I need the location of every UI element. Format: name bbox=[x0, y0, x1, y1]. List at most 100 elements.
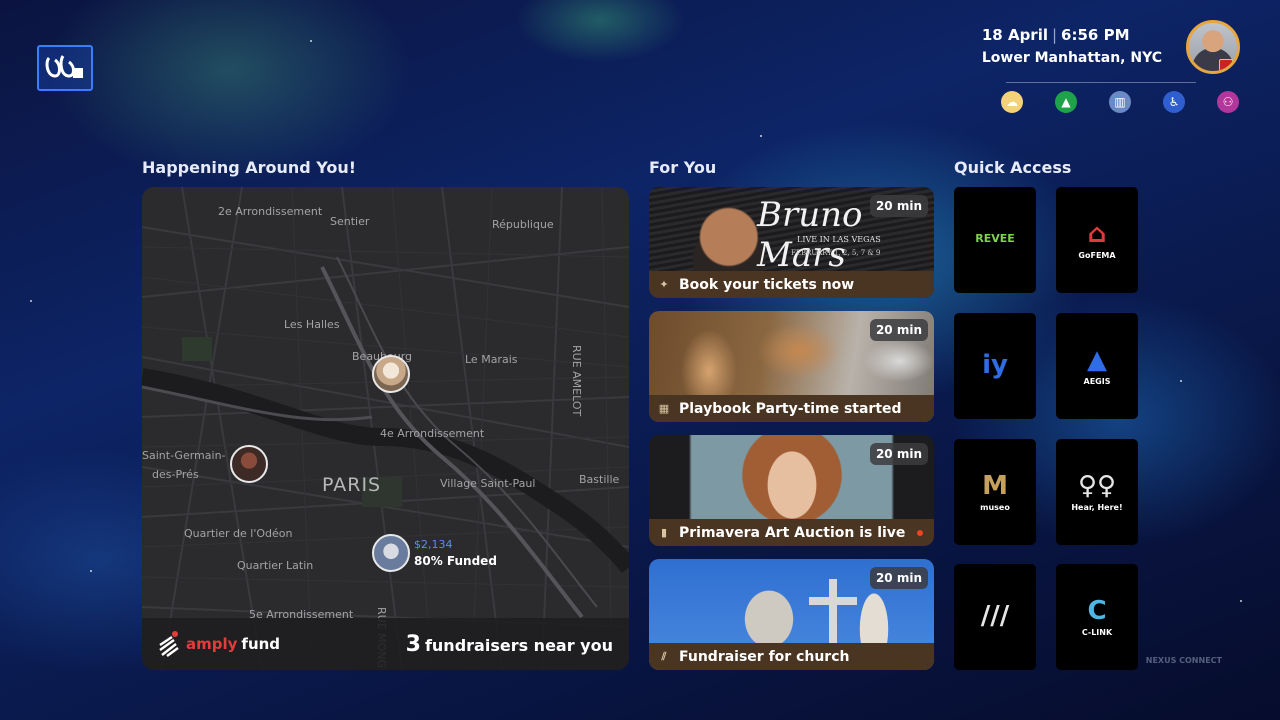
accessibility-icon[interactable]: ♿ bbox=[1163, 91, 1185, 113]
app-logo-icon bbox=[45, 55, 83, 78]
iy-icon: iy bbox=[982, 349, 1008, 380]
date-separator: | bbox=[1051, 26, 1058, 44]
aegis-label: AEGIS bbox=[1083, 376, 1111, 386]
datetime: 18 April | 6:56 PM Lower Manhattan, NYC bbox=[982, 26, 1162, 66]
hear-here-icon: ♀♀ bbox=[1077, 471, 1117, 502]
gofema-icon: ⌂ bbox=[1087, 219, 1107, 250]
card-caption: ▮ Primavera Art Auction is live bbox=[649, 519, 934, 546]
map-label: Les Halles bbox=[284, 318, 340, 331]
fund-info: $2,134 80% Funded bbox=[414, 537, 497, 569]
time: 6:56 PM bbox=[1061, 26, 1130, 44]
star bbox=[1240, 600, 1242, 602]
poster-subtitle: LIVE IN LAS VEGAS bbox=[797, 235, 881, 244]
map-pin[interactable] bbox=[372, 355, 410, 393]
quick-access-aegis[interactable]: ▲ AEGIS bbox=[1056, 313, 1138, 419]
fundraiser-count: 3 bbox=[405, 631, 421, 657]
map-label: des-Prés bbox=[152, 468, 199, 481]
map-label: Le Marais bbox=[465, 353, 518, 366]
map-label: 2e Arrondissement bbox=[218, 205, 323, 218]
map-label-city: PARIS bbox=[322, 474, 382, 496]
live-indicator bbox=[917, 529, 924, 536]
aegis-icon: ▲ bbox=[1087, 345, 1107, 376]
map-label: 4e Arrondissement bbox=[380, 427, 485, 440]
party-icon: ▦ bbox=[658, 401, 670, 415]
star bbox=[90, 570, 92, 572]
museo-icon: M bbox=[982, 471, 1008, 502]
app-logo[interactable] bbox=[37, 45, 93, 91]
map-pin[interactable] bbox=[230, 445, 268, 483]
quick-access-museo[interactable]: Mmuseo bbox=[954, 439, 1036, 545]
weather-icon[interactable]: ☁ bbox=[1001, 91, 1023, 113]
star bbox=[760, 135, 762, 137]
quick-access-hear-here[interactable]: ♀♀ Hear, Here! bbox=[1056, 439, 1138, 545]
map-label: Sentier bbox=[330, 215, 370, 228]
section-title-happening: Happening Around You! bbox=[142, 158, 357, 177]
avatar-badge bbox=[1219, 59, 1233, 71]
map-label: Village Saint-Paul bbox=[440, 477, 536, 490]
revee-icon: REVEE bbox=[975, 231, 1015, 245]
time-badge: 20 min bbox=[869, 195, 928, 217]
fundraisers-near-you[interactable]: 3 fundraisers near you bbox=[406, 632, 613, 657]
map-pin[interactable] bbox=[372, 534, 410, 572]
for-you-card-fundraiser[interactable]: 20 min ⫽ Fundraiser for church bbox=[649, 559, 934, 670]
date: 18 April bbox=[981, 26, 1048, 44]
section-title-for-you: For You bbox=[649, 158, 717, 177]
star bbox=[30, 300, 32, 302]
card-caption: ▦ Playbook Party-time started bbox=[649, 395, 934, 422]
museo-label: museo bbox=[980, 502, 1010, 512]
poster-dates: FEBRUARY 1, 2, 5, 7 & 9 bbox=[791, 249, 881, 257]
ticket-icon: ✦ bbox=[659, 277, 669, 291]
for-you-card-party[interactable]: 20 min ▦ Playbook Party-time started bbox=[649, 311, 934, 422]
fundraiser-text: fundraisers near you bbox=[424, 635, 613, 655]
nexus-connect-watermark: NEXUS CONNECT bbox=[1145, 656, 1222, 665]
hear-here-label: Hear, Here! bbox=[1071, 502, 1123, 512]
for-you-card-concert[interactable]: Bruno Mars LIVE IN LAS VEGAS FEBRUARY 1,… bbox=[649, 187, 934, 298]
map-label: Saint-Germain- bbox=[142, 449, 226, 462]
star bbox=[310, 40, 312, 42]
amplyfund-icon: /// bbox=[980, 600, 1010, 631]
card-title: Primavera Art Auction is live bbox=[679, 524, 906, 541]
location: Lower Manhattan, NYC bbox=[981, 50, 1162, 66]
card-title: Book your tickets now bbox=[679, 276, 855, 293]
quick-access-iy[interactable]: iy bbox=[954, 313, 1036, 419]
amplyfund-icon: ⫽ bbox=[661, 649, 667, 663]
map-label: RUE AMELOT bbox=[570, 345, 583, 417]
quick-access-amplyfund[interactable]: /// bbox=[954, 564, 1036, 670]
map-label: Bastille bbox=[579, 473, 620, 486]
card-caption: ⫽ Fundraiser for church bbox=[649, 643, 934, 670]
hiking-icon[interactable]: ▲ bbox=[1055, 91, 1077, 113]
date-time-line: 18 April | 6:56 PM bbox=[982, 26, 1162, 44]
star bbox=[1180, 380, 1182, 382]
trash-icon[interactable]: ▥ bbox=[1109, 91, 1131, 113]
section-title-quick-access: Quick Access bbox=[954, 158, 1072, 177]
fund-amount: $2,134 bbox=[414, 538, 453, 551]
painting-icon: ▮ bbox=[660, 525, 668, 539]
map-footer: amply fund 3 fundraisers near you bbox=[142, 618, 629, 670]
community-icon[interactable]: ⚇ bbox=[1217, 91, 1239, 113]
time-badge: 20 min bbox=[869, 567, 928, 589]
header-divider bbox=[1006, 82, 1196, 83]
map-label: Quartier Latin bbox=[237, 559, 314, 572]
map-label: République bbox=[492, 218, 554, 231]
c-link-icon: C bbox=[1087, 596, 1107, 627]
quick-access-c-link[interactable]: C C-LINK bbox=[1056, 564, 1138, 670]
fund-percent: 80% Funded bbox=[414, 554, 497, 568]
c-link-label: C-LINK bbox=[1081, 627, 1113, 637]
brand-suffix: fund bbox=[241, 635, 281, 653]
avatar[interactable] bbox=[1186, 20, 1240, 74]
card-title: Playbook Party-time started bbox=[679, 400, 902, 417]
quick-access-revee[interactable]: REVEE bbox=[954, 187, 1036, 293]
amplyfund-icon bbox=[159, 631, 179, 657]
gofema-label: GoFEMA bbox=[1078, 250, 1116, 260]
map-label: Quartier de l'Odéon bbox=[184, 527, 293, 540]
quick-access-gofema[interactable]: ⌂ GoFEMA bbox=[1056, 187, 1138, 293]
for-you-card-auction[interactable]: 20 min ▮ Primavera Art Auction is live bbox=[649, 435, 934, 546]
card-title: Fundraiser for church bbox=[679, 648, 850, 665]
amplyfund-logo[interactable]: amply fund bbox=[158, 631, 280, 657]
status-icons: ☁ ▲ ▥ ♿ ⚇ bbox=[1001, 91, 1239, 113]
map-card[interactable]: 2e Arrondissement Sentier République Les… bbox=[142, 187, 629, 670]
card-caption: ✦ Book your tickets now bbox=[649, 271, 934, 298]
brand-prefix: amply bbox=[186, 635, 238, 653]
time-badge: 20 min bbox=[869, 319, 928, 341]
time-badge: 20 min bbox=[869, 443, 928, 465]
